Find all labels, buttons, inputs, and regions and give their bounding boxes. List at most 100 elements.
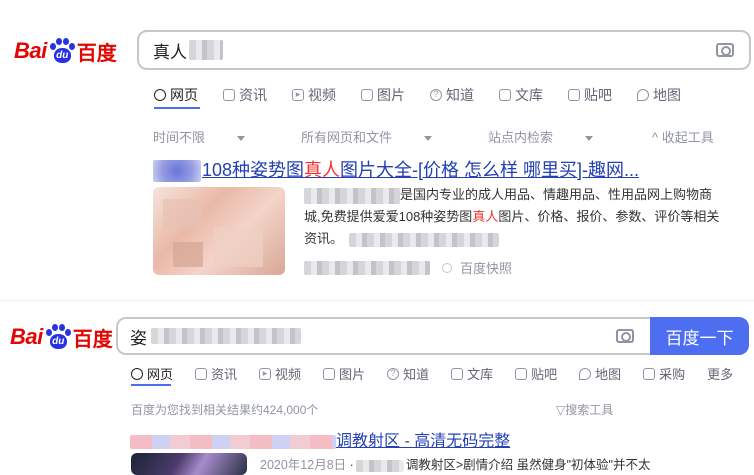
- question-icon: ?: [387, 367, 400, 380]
- active-tab-indicator: [154, 107, 200, 109]
- search-input[interactable]: 真人: [137, 30, 751, 70]
- camera-icon[interactable]: [716, 43, 734, 57]
- redacted-text: [349, 232, 500, 247]
- logo-text-du: du: [53, 48, 71, 63]
- tab-map[interactable]: 地图: [637, 85, 681, 105]
- tab-label: 网页: [170, 87, 198, 103]
- redacted-query: [189, 40, 223, 60]
- video-icon: ▸: [259, 367, 272, 380]
- tab-label: 资讯: [239, 87, 267, 103]
- question-icon: ?: [430, 89, 442, 101]
- result-title-link[interactable]: 调教射区 - 高清无码完整: [130, 427, 510, 451]
- redacted-title-start: [130, 434, 336, 449]
- result-title-link[interactable]: 108种姿势图真人图片大全-[价格 怎么样 哪里买]-趣网...: [153, 156, 640, 183]
- result-date: 2020年12月8日: [260, 458, 347, 472]
- tab-image[interactable]: 图片: [323, 364, 365, 383]
- camera-icon[interactable]: [616, 329, 634, 343]
- search-tabs: 网页 资讯 ▸ 视频 图片 ? 知道 文库 贴吧 地图: [154, 85, 706, 105]
- news-icon: [223, 89, 235, 101]
- tab-label: 更多: [707, 367, 734, 382]
- map-icon: [579, 367, 592, 380]
- redacted-title-start: [153, 160, 201, 183]
- tab-news[interactable]: 资讯: [223, 85, 267, 105]
- tab-label: 知道: [403, 367, 430, 382]
- forum-icon: [515, 367, 528, 380]
- search-button[interactable]: 百度一下: [650, 317, 749, 355]
- search-tools-button[interactable]: ▽搜索工具: [556, 401, 613, 418]
- tab-map[interactable]: 地图: [579, 364, 621, 383]
- abstract-line-3: 资讯。: [304, 231, 344, 246]
- tab-news[interactable]: 资讯: [195, 364, 237, 383]
- tab-label: 贴吧: [531, 367, 558, 382]
- redacted-query: [151, 328, 301, 344]
- cart-icon: [643, 367, 656, 380]
- result-thumbnail[interactable]: [153, 187, 285, 275]
- logo-text-du: du: [49, 334, 67, 349]
- tab-label: 视频: [275, 367, 302, 382]
- search-result-screenshot-top: Bai du 百度 真人 网页 资讯 ▸ 视频 图片 ? 知道 文库 贴吧 地图 时…: [0, 0, 754, 300]
- paw-icon: du: [44, 324, 72, 350]
- title-highlight: 真人: [304, 160, 341, 180]
- tab-wenku[interactable]: 文库: [451, 364, 493, 383]
- result-abstract: 是国内专业的成人用品、情趣用品、性用品网上购物商 城,免费提供爱爱108种姿势图…: [304, 184, 744, 250]
- dot-icon: [442, 262, 452, 273]
- logo-text-cn: 百度: [72, 328, 113, 351]
- map-icon: [637, 89, 649, 101]
- tab-more[interactable]: 更多: [707, 364, 733, 383]
- chevron-down-icon: [237, 136, 246, 142]
- title-text: 调教射区 - 高清无码完整: [336, 433, 511, 450]
- title-suffix: 图片大全-[价格 怎么样 哪里买]-趣网...: [340, 160, 640, 180]
- tab-tieba[interactable]: 贴吧: [568, 85, 612, 105]
- news-icon: [195, 367, 208, 380]
- tab-tieba[interactable]: 贴吧: [515, 364, 557, 383]
- active-tab-indicator: [131, 384, 171, 386]
- tab-label: 文库: [467, 367, 494, 382]
- tab-zhidao[interactable]: ? 知道: [387, 364, 429, 383]
- tab-label: 采购: [659, 367, 686, 382]
- filetype-filter[interactable]: 所有网页和文件: [301, 127, 460, 146]
- abstract-line-2a: 城,免费提供爱爱108种姿势图: [304, 209, 473, 224]
- tab-label: 视频: [308, 87, 336, 103]
- time-filter[interactable]: 时间不限: [153, 127, 273, 146]
- baidu-logo[interactable]: Bai du 百度: [10, 322, 113, 352]
- chevron-down-icon: [585, 136, 594, 142]
- tab-label: 贴吧: [584, 87, 612, 103]
- tab-caigou[interactable]: 采购: [643, 364, 685, 383]
- tab-video[interactable]: ▸ 视频: [259, 364, 301, 383]
- search-icon: [131, 367, 143, 380]
- search-icon: [154, 89, 166, 101]
- site-filter-label: 站点内检索: [488, 130, 554, 145]
- tab-label: 图片: [339, 367, 366, 382]
- search-input[interactable]: 姿: [116, 317, 652, 355]
- chevron-down-icon: [424, 136, 433, 142]
- tab-video[interactable]: ▸ 视频: [292, 85, 336, 105]
- doc-icon: [499, 89, 511, 101]
- result-meta-row: 2020年12月8日 · 调教射区>剧情介绍 虽然健身"初体验"并不太: [260, 458, 651, 472]
- tab-label: 网页: [147, 367, 174, 382]
- filter-icon: ▽: [556, 403, 566, 417]
- tab-zhidao[interactable]: ? 知道: [430, 85, 474, 105]
- tab-web[interactable]: 网页: [154, 85, 198, 105]
- result-source-row: 百度快照: [304, 258, 512, 277]
- abstract-line-2b: 图片、价格、报价、参数、评价等相关: [498, 209, 720, 224]
- filetype-filter-label: 所有网页和文件: [301, 130, 393, 145]
- collapse-tools-button[interactable]: ^ 收起工具: [652, 127, 714, 146]
- video-icon: ▸: [292, 89, 304, 101]
- result-count: 百度为您找到相关结果约424,000个: [131, 403, 319, 417]
- site-filter[interactable]: 站点内检索: [488, 127, 621, 146]
- snapshot-link[interactable]: 百度快照: [460, 258, 512, 277]
- redacted-url: [304, 260, 430, 275]
- search-tools-bar: 时间不限 所有网页和文件 站点内检索: [153, 127, 649, 146]
- tab-label: 图片: [377, 87, 405, 103]
- tab-label: 知道: [446, 87, 474, 103]
- time-filter-label: 时间不限: [153, 130, 206, 145]
- tab-image[interactable]: 图片: [361, 85, 405, 105]
- abstract-line-1: 是国内专业的成人用品、情趣用品、性用品网上购物商: [400, 187, 713, 202]
- logo-text-cn: 百度: [76, 42, 117, 65]
- search-query-text: 真人: [153, 42, 187, 62]
- tab-web[interactable]: 网页: [131, 364, 173, 383]
- tab-label: 资讯: [211, 367, 238, 382]
- tab-label: 地图: [595, 367, 622, 382]
- baidu-logo[interactable]: Bai du 百度: [14, 36, 117, 66]
- tab-wenku[interactable]: 文库: [499, 85, 543, 105]
